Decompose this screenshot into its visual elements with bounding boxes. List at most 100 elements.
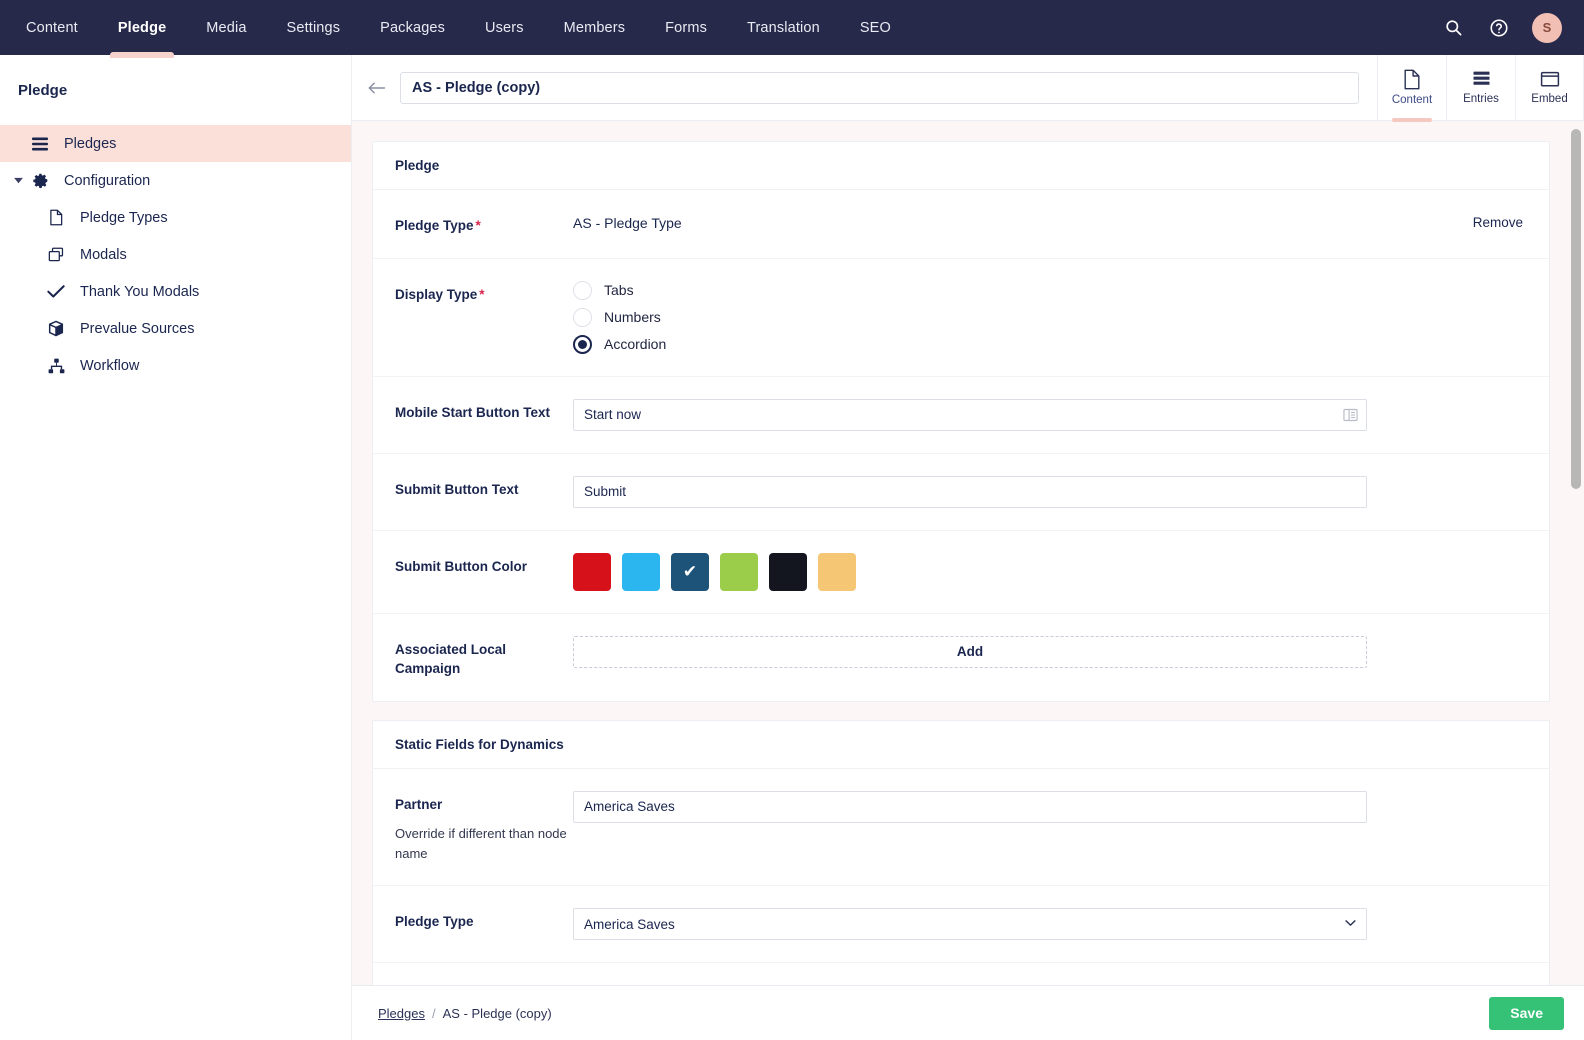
radio-option-accordion[interactable]: Accordion [573,334,667,354]
header-tabs: Content Entries Embed [1377,55,1584,122]
top-nav-item-users[interactable]: Users [465,0,544,55]
control-display-type: Tabs Numbers Accordion [573,280,1527,354]
remove-pledge-type-button[interactable]: Remove [1473,212,1527,230]
field-row-display-type: Display Type * Tabs Numbers Accordion [373,259,1549,377]
sidebar-item-label: Thank You Modals [80,283,200,300]
color-swatch-light-blue[interactable] [622,552,660,591]
header-tab-label: Entries [1463,92,1499,105]
color-swatch-red[interactable] [573,552,611,591]
check-icon: ✔ [682,562,698,582]
radio-indicator[interactable] [573,280,592,300]
sidebar-item-workflow[interactable]: Workflow [0,347,351,384]
node-title-input[interactable] [400,71,1359,104]
radio-label: Tabs [604,282,634,299]
embed-icon [1540,71,1560,89]
top-nav-items: Content Pledge Media Settings Packages Users M… [0,0,911,58]
back-arrow-icon[interactable] [352,80,400,96]
window-icon [42,247,70,262]
control-mobile-start-button-text [573,398,1527,431]
control-pledge-type: AS - Pledge Type Remove [573,212,1527,236]
header-tab-embed[interactable]: Embed [1515,55,1584,120]
label-pledge-type: Pledge Type * [395,212,573,236]
sidebar-item-pledge-types[interactable]: Pledge Types [0,199,351,236]
list-icon [26,137,54,151]
top-nav-item-seo[interactable]: SEO [840,0,911,55]
help-icon[interactable] [1486,15,1512,41]
pledge-card: Pledge Pledge Type * AS - Pledge Type Rem… [372,141,1550,702]
label-mobile-start-button-text: Mobile Start Button Text [395,404,550,420]
footer-bar: Pledges / AS - Pledge (copy) Save [352,985,1584,1040]
radio-option-numbers[interactable]: Numbers [573,307,666,327]
field-row-associated-local-campaign: Associated Local Campaign Add [373,614,1549,701]
radio-indicator[interactable] [573,334,592,354]
radio-indicator[interactable] [573,307,592,327]
sidebar-item-pledges[interactable]: Pledges [0,125,351,162]
radio-option-tabs[interactable]: Tabs [573,280,666,300]
field-row-submit-button-text: Submit Button Text [373,454,1549,531]
header-tab-content[interactable]: Content [1377,55,1446,122]
sidebar-item-prevalue-sources[interactable]: Prevalue Sources [0,310,351,347]
page-icon [1403,69,1421,90]
top-nav-item-packages[interactable]: Packages [360,0,465,55]
required-marker: * [475,218,481,233]
search-icon[interactable] [1440,15,1466,41]
check-icon [42,284,70,299]
color-swatch-black[interactable] [769,552,807,591]
app-shell: Pledge Pledges Configuration Pledge Types M… [0,55,1584,1040]
breadcrumb-root-link[interactable]: Pledges [378,1006,425,1021]
field-row-submit-button-color: Submit Button Color ✔ [373,531,1549,614]
pane-header: Content Entries Embed [352,55,1584,122]
document-icon [42,209,70,226]
label-static-pledge-type: Pledge Type [395,914,474,930]
avatar[interactable]: S [1532,12,1562,43]
top-nav-item-pledge[interactable]: Pledge [98,0,186,58]
mobile-start-button-text-input[interactable] [573,398,1367,431]
header-tab-label: Embed [1531,92,1568,105]
sidebar-item-label: Configuration [64,172,151,189]
header-tab-label: Content [1391,94,1433,106]
save-button[interactable]: Save [1489,996,1564,1030]
sidebar-item-thank-you-modals[interactable]: Thank You Modals [0,273,351,310]
top-nav-item-content[interactable]: Content [6,0,98,55]
header-tab-entries[interactable]: Entries [1446,55,1515,120]
control-partner [573,790,1527,864]
sidebar-item-label: Pledge Types [80,209,168,226]
label-display-type-text: Display Type [395,286,478,302]
label-pledge-type-text: Pledge Type [395,218,474,233]
field-row-pledge-type: Pledge Type * AS - Pledge Type Remove [373,190,1549,259]
partner-input[interactable] [573,790,1367,823]
sidebar: Pledge Pledges Configuration Pledge Types M… [0,55,352,1040]
sidebar-item-label: Modals [80,246,127,263]
caret-down-icon[interactable] [10,177,26,184]
label-display-type: Display Type * [395,281,573,354]
color-swatch-green[interactable] [720,552,758,591]
control-associated-local-campaign: Add [573,635,1527,679]
static-pledge-type-select[interactable]: America Saves [573,908,1367,941]
control-submit-button-text [573,475,1527,508]
sidebar-item-configuration[interactable]: Configuration [0,162,351,199]
sidebar-title: Pledge [18,82,68,99]
display-type-radio-group: Tabs Numbers Accordion [573,280,667,354]
radio-label: Accordion [604,336,667,353]
field-row-mobile-start-button-text: Mobile Start Button Text [373,377,1549,454]
scrollbar-thumb[interactable] [1571,129,1581,489]
form-scroll-region: Pledge Pledge Type * AS - Pledge Type Rem… [352,121,1584,985]
sitemap-icon [42,358,70,374]
color-swatch-navy-blue[interactable]: ✔ [671,552,709,591]
sidebar-item-modals[interactable]: Modals [0,236,351,273]
top-nav-item-forms[interactable]: Forms [645,0,727,55]
control-submit-button-color: ✔ [573,552,1527,591]
label-submit-button-text: Submit Button Text [395,481,519,497]
partner-description: Override if different than node name [395,826,567,861]
top-nav-item-settings[interactable]: Settings [267,0,361,55]
static-pledge-type-select-wrap: America Saves [573,908,1367,941]
top-nav-item-media[interactable]: Media [186,0,266,55]
main-pane: Content Entries Embed Pledge Pledge Type* … [352,55,1584,1040]
submit-button-text-input[interactable] [573,475,1367,508]
panel-list-icon[interactable] [1343,408,1358,422]
top-nav-item-members[interactable]: Members [544,0,645,55]
color-swatch-tan[interactable] [818,552,856,591]
top-nav-item-translation[interactable]: Translation [727,0,840,55]
add-associated-local-campaign-button[interactable]: Add [573,635,1367,668]
top-nav-actions: S [1440,0,1584,55]
